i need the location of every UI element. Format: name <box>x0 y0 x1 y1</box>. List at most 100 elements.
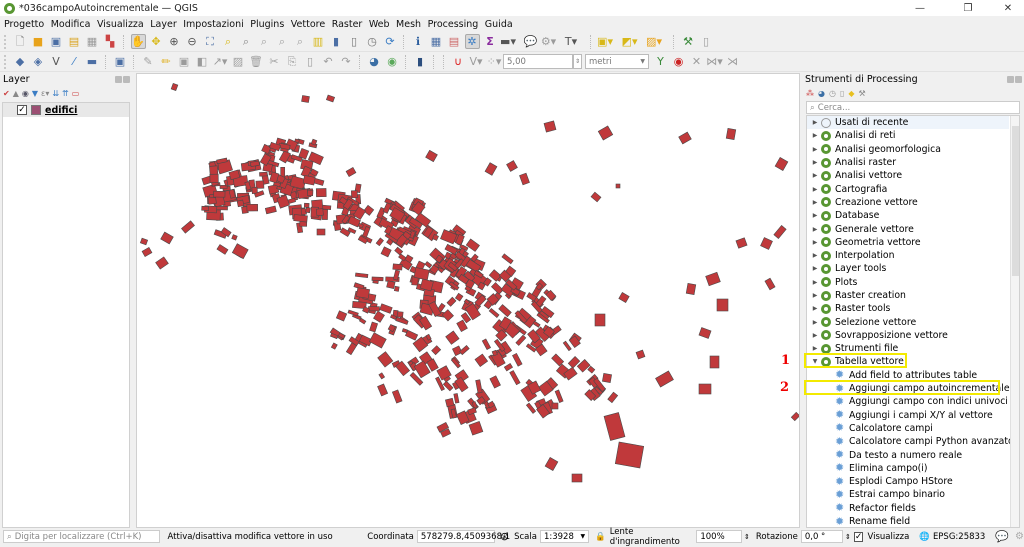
scripts-icon[interactable]: ◕ <box>818 89 825 98</box>
processing-group-database[interactable]: ▶ Database <box>807 209 1019 222</box>
snapping-intersection-icon[interactable]: ◉ <box>671 54 686 69</box>
save-project-icon[interactable]: ▣ <box>49 34 64 49</box>
processing-toolbox-icon[interactable]: ✲ <box>464 34 480 49</box>
layout-manager-icon[interactable]: ▦ <box>85 34 100 49</box>
menu-modifica[interactable]: Modifica <box>51 19 91 30</box>
expand-arrow-right-icon[interactable]: ▶ <box>809 319 821 326</box>
crs-button[interactable]: EPSG:25833 <box>933 532 985 542</box>
render-checkbox[interactable]: ✓ <box>853 531 864 542</box>
select-by-value-icon[interactable]: ◩▾ <box>622 34 638 49</box>
toolbar-grip[interactable] <box>4 54 7 69</box>
processing-group-raster-tools[interactable]: ▶ Raster tools <box>807 302 1019 315</box>
cut-features-icon[interactable]: ✂ <box>267 54 282 69</box>
expand-arrow-right-icon[interactable]: ▶ <box>809 159 821 166</box>
new-print-layout-icon[interactable]: ▤ <box>67 34 82 49</box>
new-geopackage-layer-icon[interactable]: ◆ <box>13 54 28 69</box>
field-calculator-toolbar-icon[interactable]: ▤ <box>447 34 462 49</box>
digitize-icon[interactable]: ⁄ <box>67 54 82 69</box>
processing-tool-aggiungi-i-campi-x-y-al-vettore[interactable]: ✹ Aggiungi i campi X/Y al vettore <box>807 409 1019 422</box>
layer-visibility-checkbox[interactable]: ✓ <box>17 105 27 115</box>
measure-icon[interactable]: ▬▾ <box>500 34 516 49</box>
processing-group-plots[interactable]: ▶ Plots <box>807 276 1019 289</box>
scrollbar-thumb[interactable] <box>1012 126 1019 276</box>
tracing-icon[interactable]: ⋈▾ <box>706 54 723 69</box>
self-snapping-icon[interactable]: ⋊ <box>725 54 740 69</box>
processing-group-layer-tools[interactable]: ▶ Layer tools <box>807 262 1019 275</box>
processing-group-analisi-raster[interactable]: ▶ Analisi raster <box>807 156 1019 169</box>
zoom-to-layer-icon[interactable]: ⌕ <box>239 34 254 49</box>
map-canvas[interactable] <box>136 73 800 528</box>
expand-arrow-right-icon[interactable]: ▶ <box>809 226 821 233</box>
scale-select[interactable]: 1:3928 ▼ <box>539 530 590 543</box>
processing-group-cartografia[interactable]: ▶ Cartografia <box>807 182 1019 195</box>
grass-tools-icon[interactable]: ⚒ <box>681 34 696 49</box>
toolbar-grip[interactable] <box>4 34 7 49</box>
magnifier-spinner[interactable]: ⇕ <box>744 533 750 541</box>
identify-features-icon[interactable]: ℹ <box>411 34 426 49</box>
refresh-icon[interactable]: ⟳ <box>383 34 398 49</box>
zoom-in-icon[interactable]: ⊕ <box>167 34 182 49</box>
map-tips-icon[interactable]: 💬 <box>523 34 538 49</box>
help-icon[interactable]: ▮ <box>413 54 428 69</box>
expand-arrow-right-icon[interactable]: ▶ <box>809 212 821 219</box>
manage-map-themes-icon[interactable]: ◉ <box>22 89 29 98</box>
redo-icon[interactable]: ↷ <box>339 54 354 69</box>
processing-search-input[interactable]: ⌕ Cerca... <box>806 101 1020 114</box>
edit-features-in-place-icon[interactable]: ◆ <box>848 89 854 98</box>
paste-features-icon[interactable]: ▯ <box>303 54 318 69</box>
python-console-icon[interactable]: ◕ <box>367 54 382 69</box>
lock-scale-icon[interactable]: 🔒 <box>595 532 606 542</box>
expand-arrow-right-icon[interactable]: ▶ <box>809 186 821 193</box>
expand-arrow-right-icon[interactable]: ▶ <box>809 345 821 352</box>
expand-arrow-right-icon[interactable]: ▶ <box>809 305 821 312</box>
maximize-button[interactable]: ❐ <box>952 0 984 16</box>
expand-arrow-right-icon[interactable]: ▶ <box>809 132 821 139</box>
zoom-full-icon[interactable]: ⛶ <box>203 34 218 49</box>
plugin-manager-icon[interactable]: ◉ <box>385 54 400 69</box>
menu-web[interactable]: Web <box>369 19 390 30</box>
processing-group-tabella-vettore[interactable]: ▼ Tabella vettore <box>807 355 1019 368</box>
expand-arrow-right-icon[interactable]: ▶ <box>809 279 821 286</box>
processing-group-selezione-vettore[interactable]: ▶ Selezione vettore <box>807 315 1019 328</box>
processing-group-analisi-geomorfologica[interactable]: ▶ Analisi geomorfologica <box>807 143 1019 156</box>
menu-progetto[interactable]: Progetto <box>4 19 44 30</box>
remove-layer-icon[interactable]: ▭ <box>72 89 80 98</box>
bookmarks-icon[interactable]: ▯ <box>347 34 362 49</box>
snap-units-select[interactable]: metri ▼ <box>585 54 649 69</box>
processing-group-analisi-di-reti[interactable]: ▶ Analisi di reti <box>807 129 1019 142</box>
plugin-updates-icon[interactable]: ⚙ <box>1015 531 1024 542</box>
expand-arrow-right-icon[interactable]: ▶ <box>809 239 821 246</box>
pan-to-selection-icon[interactable]: ✥ <box>149 34 164 49</box>
menu-visualizza[interactable]: Visualizza <box>97 19 144 30</box>
delete-selected-icon[interactable]: 🗑 <box>249 54 264 69</box>
menu-mesh[interactable]: Mesh <box>396 19 421 30</box>
text-annotation-icon[interactable]: T▾ <box>564 34 579 49</box>
undo-icon[interactable]: ↶ <box>321 54 336 69</box>
save-edits-icon[interactable]: ▣ <box>177 54 192 69</box>
open-layer-styling-icon[interactable]: ✔ <box>3 89 10 98</box>
snap-tolerance-spinner[interactable]: ⇕ <box>573 54 582 69</box>
new-shapefile-layer-icon[interactable]: ◈ <box>31 54 46 69</box>
close-panel-icon[interactable] <box>1015 76 1022 83</box>
processing-tool-aggiungi-campo-autoincrementale[interactable]: ✹ Aggiungi campo autoincrementale <box>807 382 1019 395</box>
snapping-icon[interactable]: ∪ <box>451 54 466 69</box>
attribute-table-icon[interactable]: ▦ <box>429 34 444 49</box>
new-project-icon[interactable]: 🗋 <box>13 34 28 49</box>
results-viewer-icon[interactable]: ▯ <box>840 89 844 98</box>
expand-arrow-right-icon[interactable]: ▶ <box>809 199 821 206</box>
processing-tool-esplodi-campo-hstore[interactable]: ✹ Esplodi Campo HStore <box>807 475 1019 488</box>
minimize-button[interactable]: — <box>904 0 936 16</box>
menu-impostazioni[interactable]: Impostazioni <box>183 19 244 30</box>
zoom-out-icon[interactable]: ⊖ <box>185 34 200 49</box>
copy-features-icon[interactable]: ⎘ <box>285 54 300 69</box>
float-panel-icon[interactable] <box>1007 76 1014 83</box>
add-feature-icon[interactable]: ◧ <box>195 54 210 69</box>
rotation-input[interactable]: 0,0 ° <box>800 530 844 543</box>
add-group-icon[interactable]: ▲ <box>13 89 19 98</box>
processing-tree-scrollbar[interactable] <box>1010 116 1019 527</box>
toggle-extents-icon[interactable]: ⊛ <box>500 530 509 543</box>
float-panel-icon[interactable] <box>115 76 122 83</box>
processing-group-raster-creation[interactable]: ▶ Raster creation <box>807 289 1019 302</box>
processing-tool-aggiungi-campo-con-indici-univoci[interactable]: ✹ Aggiungi campo con indici univoci <box>807 395 1019 408</box>
menu-guida[interactable]: Guida <box>485 19 513 30</box>
